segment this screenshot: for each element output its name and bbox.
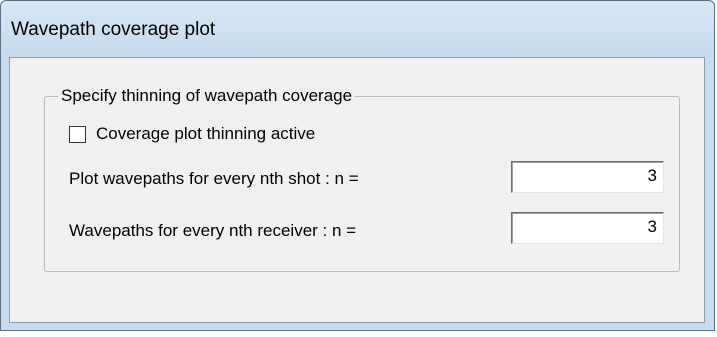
thinning-active-checkbox-row[interactable]: Coverage plot thinning active bbox=[69, 123, 315, 145]
dialog-window: Wavepath coverage plot Specify thinning … bbox=[0, 0, 715, 331]
shot-interval-input[interactable] bbox=[511, 161, 664, 193]
shot-interval-label: Plot wavepaths for every nth shot : n = bbox=[69, 169, 359, 188]
window-title: Wavepath coverage plot bbox=[11, 19, 216, 40]
thinning-active-checkbox[interactable] bbox=[69, 125, 86, 143]
thinning-groupbox: Specify thinning of wavepath coverage Co… bbox=[44, 86, 680, 272]
receiver-interval-input[interactable] bbox=[511, 212, 664, 244]
groupbox-legend: Specify thinning of wavepath coverage bbox=[58, 86, 356, 106]
title-bar[interactable]: Wavepath coverage plot bbox=[1, 1, 714, 57]
receiver-interval-label: Wavepaths for every nth receiver : n = bbox=[69, 221, 357, 240]
dialog-client-area: Specify thinning of wavepath coverage Co… bbox=[9, 57, 705, 323]
thinning-active-checkbox-label[interactable]: Coverage plot thinning active bbox=[96, 124, 315, 144]
